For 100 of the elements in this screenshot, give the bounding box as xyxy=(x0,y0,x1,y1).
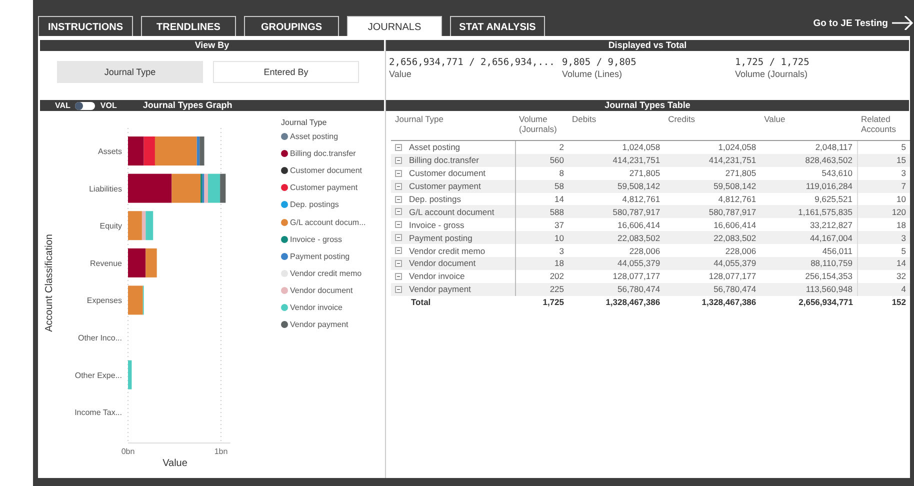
table-cell: 120 xyxy=(857,205,910,218)
tick-label: 1bn xyxy=(214,447,228,456)
table-cell: Vendor payment xyxy=(409,284,471,294)
table-cell: 15 xyxy=(857,154,910,167)
expand-icon[interactable] xyxy=(395,170,402,177)
table-cell: 59,508,142 xyxy=(568,180,664,193)
section-header: Displayed vs Total xyxy=(386,40,909,51)
table-cell: 202 xyxy=(515,270,568,283)
axis-title: Value xyxy=(162,458,188,469)
table-cell: 16,606,414 xyxy=(568,218,664,232)
view-by-button[interactable]: Journal Type xyxy=(57,61,203,83)
table-cell: Invoice - gross xyxy=(409,220,464,230)
table-cell: Vendor invoice xyxy=(409,271,465,282)
category-label: Equity xyxy=(100,222,122,231)
category-label: Other Expe... xyxy=(74,370,122,380)
tick-label: 0bn xyxy=(121,447,135,456)
table-cell: 32 xyxy=(857,270,910,283)
table-cell: 56,780,474 xyxy=(664,282,760,296)
table-cell: 14 xyxy=(857,257,910,270)
stat-label: Volume (Journals) xyxy=(735,69,809,79)
toggle-switch[interactable] xyxy=(75,102,96,110)
legend-label: G/L account docum... xyxy=(290,218,366,227)
go-to-je-testing-link[interactable]: Go to JE Testing xyxy=(813,12,914,30)
table-cell: 3 xyxy=(857,166,910,180)
stat-label: Value xyxy=(389,69,412,79)
legend-label: Vendor invoice xyxy=(290,302,342,312)
expand-icon[interactable] xyxy=(395,144,402,151)
table-cell: 2 xyxy=(515,140,568,154)
legend-title: Journal Type xyxy=(281,118,328,127)
table-cell: 5 xyxy=(857,140,910,154)
tab[interactable]: JOURNALS xyxy=(347,16,442,38)
table-cell: 18 xyxy=(857,218,910,232)
section-header: Journal Types Table xyxy=(386,100,909,111)
table-cell: 3 xyxy=(515,244,568,258)
table-cell: 10 xyxy=(857,192,910,206)
legend-label: Customer payment xyxy=(290,183,358,192)
table-cell: Billing doc.transfer xyxy=(409,155,479,166)
expand-icon[interactable] xyxy=(395,221,402,228)
tab[interactable]: TRENDLINES xyxy=(141,16,236,38)
table-cell: Vendor credit memo xyxy=(409,246,486,256)
expand-icon[interactable] xyxy=(395,234,402,242)
table-cell: 59,508,142 xyxy=(664,180,760,193)
table-cell: 588 xyxy=(515,205,568,218)
legend-label: Billing doc.transfer xyxy=(290,149,356,158)
table-cell: 88,110,759 xyxy=(760,257,857,270)
stat-label: Volume (Lines) xyxy=(562,69,624,79)
table-cell: 271,805 xyxy=(664,166,760,180)
table-cell: 22,083,502 xyxy=(664,231,760,244)
table-cell: 8 xyxy=(515,166,568,180)
table-cell: 37 xyxy=(515,218,568,232)
axis-title: Account Classification xyxy=(44,234,55,332)
table-cell: 7 xyxy=(857,180,910,193)
expand-icon[interactable] xyxy=(395,260,402,267)
table-cell: 1,161,575,835 xyxy=(760,205,857,218)
table-cell: 128,077,177 xyxy=(664,270,760,283)
expand-icon[interactable] xyxy=(395,247,402,254)
expand-icon[interactable] xyxy=(395,182,402,190)
table-cell: 18 xyxy=(515,257,568,270)
table-cell: 580,787,917 xyxy=(568,205,664,218)
table-cell: 271,805 xyxy=(568,166,664,180)
toggle-label: VAL xyxy=(55,100,70,111)
category-label: Assets xyxy=(98,147,122,156)
table-cell: 4,812,761 xyxy=(664,192,760,206)
table-cell: 3 xyxy=(857,231,910,244)
expand-icon[interactable] xyxy=(395,286,402,293)
table-cell: 4,812,761 xyxy=(568,192,664,206)
table-cell: 1,024,058 xyxy=(568,140,664,154)
expand-icon[interactable] xyxy=(395,272,402,280)
tab[interactable]: INSTRUCTIONS xyxy=(38,16,133,38)
table-cell: 22,083,502 xyxy=(568,231,664,244)
table-cell: 580,787,917 xyxy=(664,205,760,218)
table-cell: 2,656,934,771 xyxy=(760,296,857,309)
category-label: Liabilities xyxy=(89,184,122,194)
table-cell: 228,006 xyxy=(568,244,664,258)
table-cell: 228,006 xyxy=(664,244,760,258)
table-cell: 119,016,284 xyxy=(760,180,857,193)
legend-label: Asset posting xyxy=(290,132,338,142)
table-cell: 152 xyxy=(857,296,910,309)
table-cell: 16,606,414 xyxy=(664,218,760,232)
expand-icon[interactable] xyxy=(395,208,402,216)
arrow-icon xyxy=(892,16,914,30)
expand-icon[interactable] xyxy=(395,196,402,202)
table-cell: 113,560,948 xyxy=(760,282,857,296)
table-cell: 828,463,502 xyxy=(760,154,857,167)
legend-label: Vendor credit memo xyxy=(290,268,362,278)
expand-icon[interactable] xyxy=(395,156,402,164)
column-header: Journal Type xyxy=(391,114,515,140)
table-cell: 1,328,467,386 xyxy=(568,296,664,309)
category-label: Revenue xyxy=(90,258,122,268)
category-label: Other Inco... xyxy=(78,334,122,342)
tab[interactable]: GROUPINGS xyxy=(244,16,339,38)
table-cell: Customer payment xyxy=(409,181,481,192)
stat-value: 1,725 / 1,725 xyxy=(735,57,810,68)
table-cell: G/L account document xyxy=(409,206,494,217)
table-cell: 128,077,177 xyxy=(568,270,664,283)
table-cell: 1,725 xyxy=(515,296,568,309)
table-cell: Total xyxy=(391,296,515,309)
tab[interactable]: STAT ANALYSIS xyxy=(450,16,545,38)
section-header: Journal Types Graph xyxy=(142,100,232,111)
view-by-button[interactable]: Entered By xyxy=(213,61,359,83)
